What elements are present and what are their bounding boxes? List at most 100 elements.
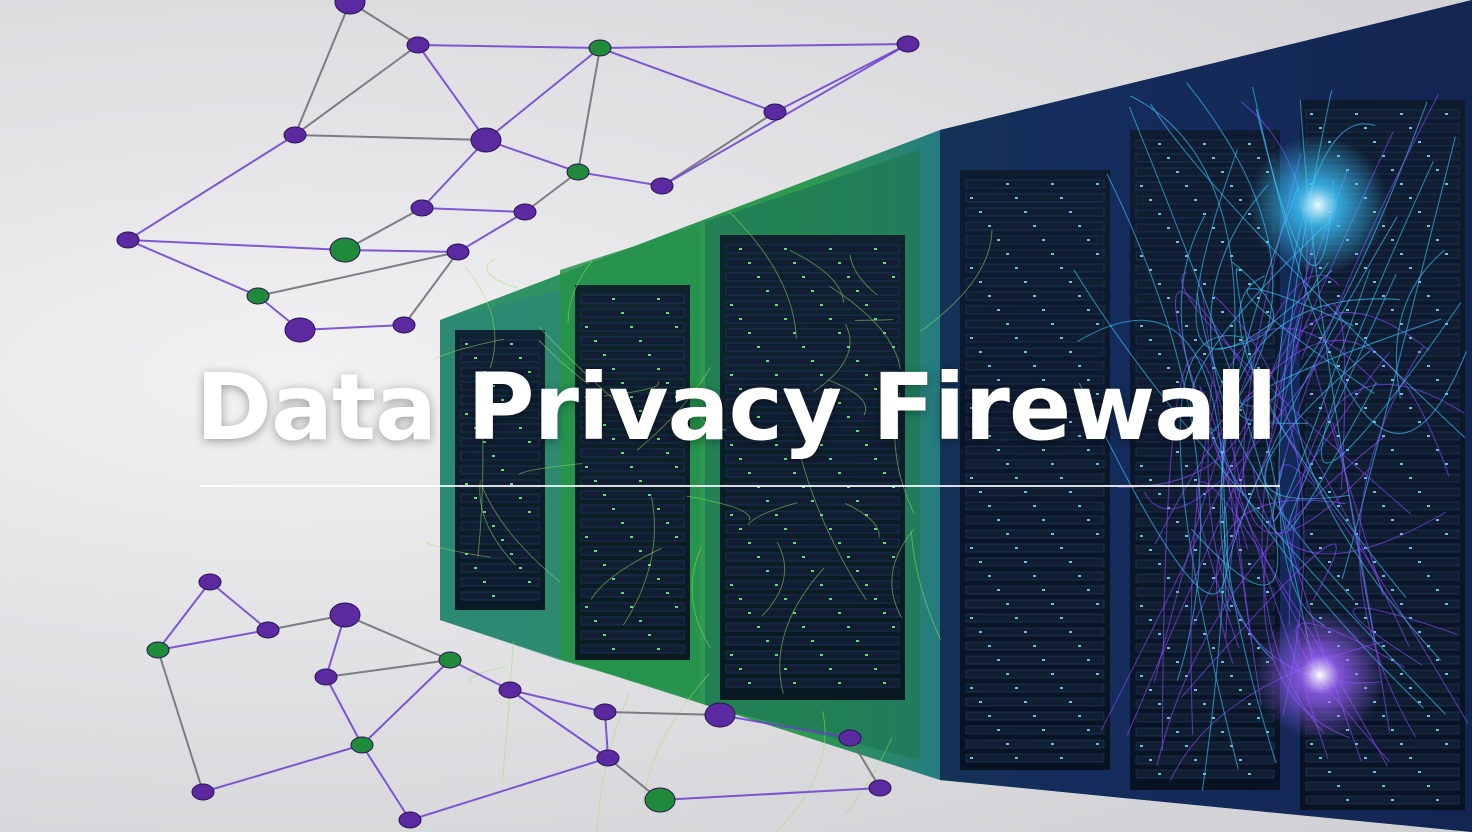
status-led: [829, 318, 832, 320]
server-unit: [1135, 573, 1275, 583]
status-led: [1060, 337, 1063, 339]
mesh-link: [127, 134, 296, 241]
status-led: [612, 508, 615, 510]
status-led: [865, 304, 868, 306]
status-led: [1033, 225, 1036, 227]
status-led: [1069, 491, 1072, 493]
status-led: [829, 528, 832, 530]
server-unit: [460, 563, 540, 573]
status-led: [802, 626, 805, 628]
status-led: [1328, 561, 1331, 563]
status-led: [675, 466, 678, 468]
status-led: [1167, 297, 1170, 299]
status-led: [1158, 703, 1161, 705]
status-led: [1373, 771, 1376, 773]
status-led: [1355, 113, 1358, 115]
mesh-node: [513, 203, 537, 221]
status-led: [501, 539, 504, 541]
mesh-link: [157, 581, 211, 651]
server-unit: [965, 473, 1105, 483]
status-led: [1409, 477, 1412, 479]
status-led: [1078, 645, 1081, 647]
server-unit: [1135, 741, 1275, 751]
status-led: [775, 654, 778, 656]
status-led: [1149, 759, 1152, 761]
status-led: [784, 318, 787, 320]
status-led: [1087, 729, 1090, 731]
status-led: [1391, 519, 1394, 521]
status-led: [1239, 339, 1242, 341]
status-led: [1391, 799, 1394, 801]
status-led: [1042, 309, 1045, 311]
mesh-link: [325, 676, 363, 746]
mesh-link: [599, 47, 776, 113]
status-led: [1391, 239, 1394, 241]
status-led: [1051, 183, 1054, 185]
status-led: [811, 290, 814, 292]
status-led: [1266, 311, 1269, 313]
status-led: [793, 682, 796, 684]
mesh-link: [127, 239, 259, 297]
status-led: [739, 668, 742, 670]
status-led: [474, 497, 477, 499]
server-unit: [725, 594, 900, 604]
headline-title: Data Privacy Firewall: [195, 354, 1278, 461]
status-led: [1257, 157, 1260, 159]
status-led: [1140, 255, 1143, 257]
status-led: [1042, 729, 1045, 731]
server-unit: [965, 613, 1105, 623]
status-led: [675, 326, 678, 328]
mesh-node: [650, 177, 674, 195]
status-led: [748, 332, 751, 334]
status-led: [612, 578, 615, 580]
status-led: [1445, 113, 1448, 115]
status-led: [1203, 633, 1206, 635]
status-led: [1391, 169, 1394, 171]
server-unit: [460, 535, 540, 545]
status-led: [1373, 491, 1376, 493]
status-led: [1212, 157, 1215, 159]
status-led: [666, 522, 669, 524]
status-led: [1158, 493, 1161, 495]
server-unit: [965, 529, 1105, 539]
status-led: [1328, 491, 1331, 493]
server-unit: [965, 235, 1105, 245]
status-led: [793, 262, 796, 264]
status-led: [1149, 339, 1152, 341]
status-led: [1051, 533, 1054, 535]
status-led: [585, 536, 588, 538]
status-led: [997, 589, 1000, 591]
status-led: [1069, 561, 1072, 563]
status-led: [1391, 589, 1394, 591]
status-led: [838, 612, 841, 614]
status-led: [748, 262, 751, 264]
status-led: [1427, 785, 1430, 787]
server-unit: [725, 650, 900, 660]
status-led: [465, 343, 468, 345]
status-led: [1418, 771, 1421, 773]
status-led: [1337, 785, 1340, 787]
status-led: [1436, 799, 1439, 801]
status-led: [1436, 519, 1439, 521]
server-unit: [1305, 739, 1460, 749]
status-led: [1310, 603, 1313, 605]
status-led: [501, 469, 504, 471]
status-led: [1382, 715, 1385, 717]
status-led: [1158, 773, 1161, 775]
status-led: [1400, 743, 1403, 745]
status-led: [1024, 211, 1027, 213]
status-led: [1319, 757, 1322, 759]
hero-banner: Data Privacy Firewall: [0, 0, 1472, 832]
server-unit: [1135, 321, 1275, 331]
mesh-link: [485, 47, 601, 141]
status-led: [519, 497, 522, 499]
status-led: [585, 606, 588, 608]
status-led: [766, 640, 769, 642]
fiber-strand: [486, 258, 519, 289]
status-led: [1248, 283, 1251, 285]
status-led: [892, 626, 895, 628]
status-led: [1060, 267, 1063, 269]
status-led: [492, 595, 495, 597]
status-led: [1221, 661, 1224, 663]
status-led: [1194, 549, 1197, 551]
